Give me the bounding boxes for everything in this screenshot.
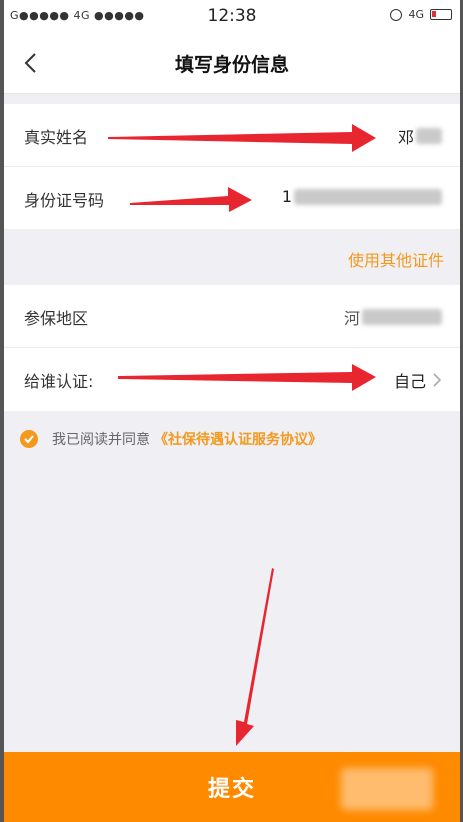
name-redacted bbox=[416, 128, 442, 144]
id-number-row[interactable]: 身份证号码 1 bbox=[4, 167, 460, 230]
alarm-icon bbox=[390, 8, 403, 21]
use-other-id-link[interactable]: 使用其他证件 bbox=[348, 247, 444, 271]
id-number-value-text: 1 bbox=[281, 187, 292, 206]
region-value-text: 河 bbox=[343, 309, 360, 328]
id-number-label: 身份证号码 bbox=[24, 191, 105, 210]
region-row[interactable]: 参保地区 河 bbox=[4, 285, 460, 348]
agreement-row: 我已阅读并同意 《社保待遇认证服务协议》 bbox=[20, 429, 322, 449]
status-right-group: 4G bbox=[390, 8, 452, 21]
region-group: 参保地区 河 给谁认证: 自己 bbox=[4, 285, 460, 411]
network-type: 4G bbox=[408, 8, 424, 21]
identity-group: 真实姓名 邓 身份证号码 1 bbox=[4, 104, 460, 230]
certify-for-row[interactable]: 给谁认证: 自己 bbox=[4, 348, 460, 411]
agreement-link[interactable]: 《社保待遇认证服务协议》 bbox=[154, 429, 322, 449]
alt-id-bar: 使用其他证件 bbox=[4, 229, 460, 285]
name-label: 真实姓名 bbox=[24, 128, 89, 147]
name-value[interactable]: 邓 bbox=[398, 124, 442, 148]
certify-for-value[interactable]: 自己 bbox=[394, 368, 442, 392]
id-number-value[interactable]: 1 bbox=[282, 187, 442, 206]
certify-for-value-text: 自己 bbox=[393, 372, 426, 391]
agreement-text: 我已阅读并同意 bbox=[52, 432, 150, 448]
checkbox-checked-icon[interactable] bbox=[20, 430, 38, 448]
certify-for-label: 给谁认证: bbox=[24, 372, 94, 391]
region-redacted bbox=[362, 309, 442, 325]
battery-icon bbox=[430, 9, 452, 20]
checkmark-icon bbox=[24, 435, 34, 444]
region-label: 参保地区 bbox=[24, 309, 89, 328]
name-row[interactable]: 真实姓名 邓 bbox=[4, 104, 460, 167]
watermark-redacted bbox=[341, 768, 433, 810]
arrow-to-submit bbox=[236, 568, 274, 746]
region-value[interactable]: 河 bbox=[344, 305, 442, 329]
nav-bar: 填写身份信息 bbox=[4, 32, 460, 94]
page-title: 填写身份信息 bbox=[174, 54, 289, 76]
status-bar: G●●●●● 4G ●●●●● 12:38 4G bbox=[4, 0, 460, 32]
chevron-right-icon bbox=[433, 373, 442, 387]
name-value-text: 邓 bbox=[397, 128, 414, 147]
id-number-redacted bbox=[294, 188, 442, 205]
